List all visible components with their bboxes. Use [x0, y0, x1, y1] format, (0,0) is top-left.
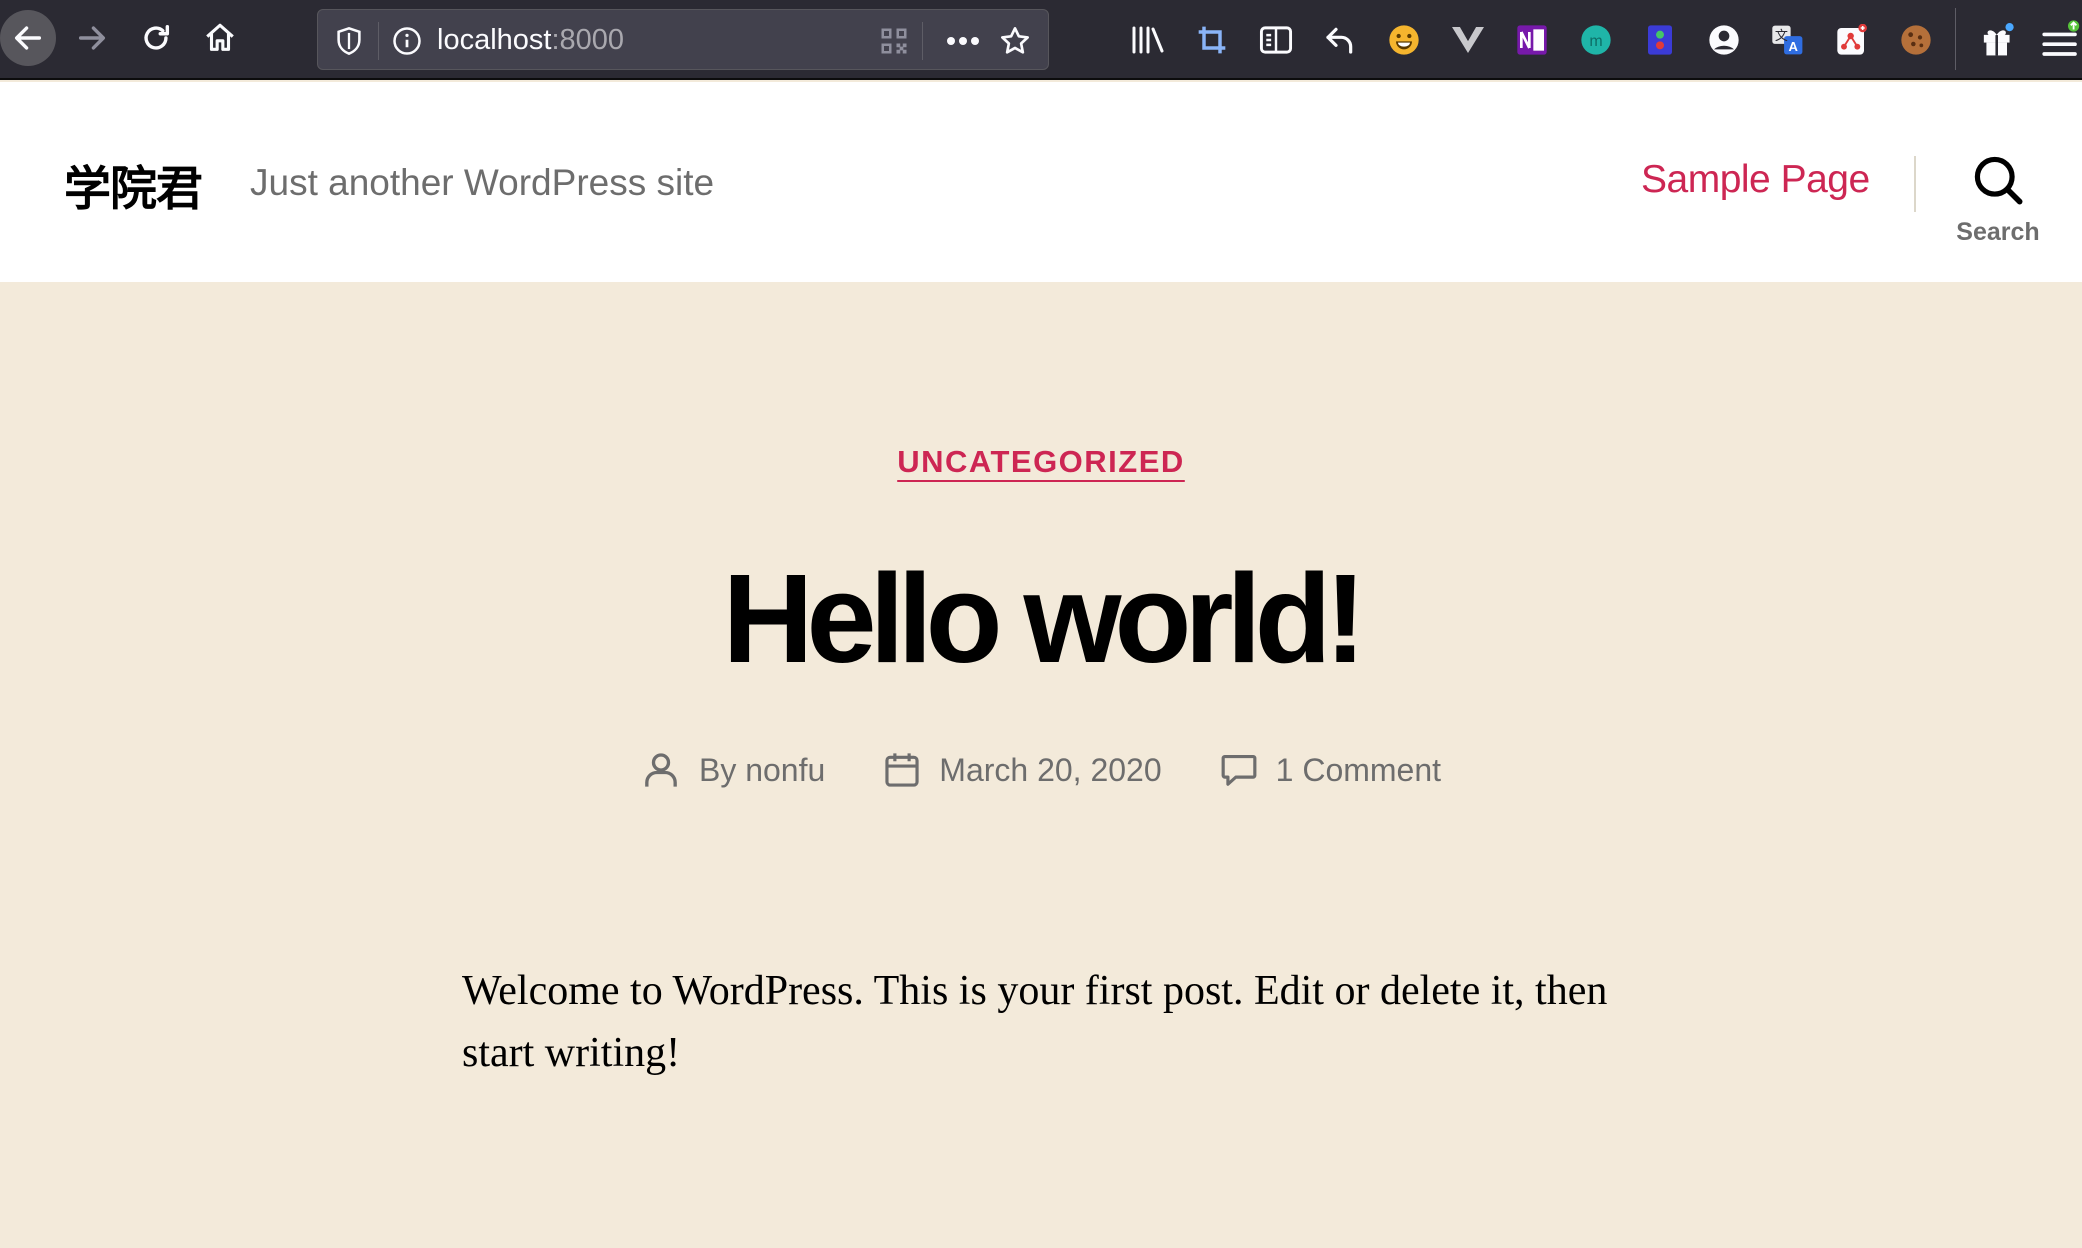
account-icon[interactable]	[1702, 18, 1746, 62]
comment-icon	[1221, 754, 1257, 786]
back-button[interactable]	[0, 10, 56, 66]
vue-devtools-icon[interactable]	[1446, 18, 1490, 62]
url-bar-divider	[378, 22, 379, 60]
date-link[interactable]: March 20, 2020	[939, 752, 1161, 789]
browser-toolbar: localhost:8000 m 文A	[0, 0, 2082, 80]
reader-view-icon[interactable]	[1254, 18, 1298, 62]
post-author: By nonfu	[641, 750, 825, 790]
url-bar-divider	[922, 22, 923, 60]
post-category: UNCATEGORIZED	[0, 444, 2082, 480]
onenote-icon[interactable]	[1510, 18, 1554, 62]
search-icon	[1974, 156, 2023, 205]
post-meta: By nonfu March 20, 2020 1 Comment	[0, 750, 2082, 790]
post-comments: 1 Comment	[1220, 751, 1441, 789]
svg-text:文: 文	[1775, 29, 1788, 44]
library-icon[interactable]	[1126, 18, 1170, 62]
site-info-icon[interactable]	[384, 10, 430, 71]
header-divider	[1914, 156, 1916, 212]
translate-icon[interactable]: 文A	[1766, 18, 1810, 62]
undo-icon[interactable]	[1318, 18, 1362, 62]
search-toggle-button[interactable]: Search	[1950, 154, 2046, 264]
bookmark-star-icon[interactable]	[992, 10, 1038, 71]
url-text[interactable]: localhost:8000	[437, 10, 624, 71]
more-actions-icon[interactable]	[940, 10, 986, 71]
category-link[interactable]: UNCATEGORIZED	[897, 444, 1185, 479]
color-picker-icon[interactable]	[1638, 18, 1682, 62]
post-paragraph: Welcome to WordPress. This is your first…	[462, 968, 1608, 1076]
reload-button[interactable]	[128, 10, 184, 66]
forward-button[interactable]	[64, 10, 120, 66]
post-date: March 20, 2020	[883, 751, 1162, 789]
meta-extension-icon[interactable]: m	[1574, 18, 1618, 62]
site-description: Just another WordPress site	[250, 162, 715, 203]
author-prefix: By	[698, 751, 737, 788]
gift-icon[interactable]	[1976, 18, 2020, 62]
forward-arrow-icon	[78, 26, 106, 50]
qr-code-icon[interactable]	[874, 10, 914, 71]
reload-icon	[144, 24, 170, 50]
mind-map-icon[interactable]	[1830, 18, 1874, 62]
site-header: 学院君 Just another WordPress site Sample P…	[0, 82, 2082, 282]
site-title[interactable]: 学院君	[64, 150, 203, 219]
nav-link-sample-page[interactable]: Sample Page	[1641, 158, 1870, 202]
crop-icon[interactable]	[1190, 18, 1234, 62]
author-link[interactable]: nonfu	[745, 752, 825, 789]
toolbar-divider	[1955, 8, 1956, 70]
back-arrow-icon	[14, 26, 42, 50]
svg-text:A: A	[1789, 39, 1799, 54]
url-port: :8000	[551, 24, 625, 56]
home-icon	[206, 23, 234, 51]
home-button[interactable]	[192, 10, 248, 66]
post-title: Hello world!	[722, 548, 1367, 689]
svg-text:m: m	[1589, 33, 1602, 50]
url-bar[interactable]: localhost:8000	[317, 9, 1049, 70]
comments-link[interactable]: 1 Comment	[1276, 752, 1441, 789]
tracking-shield-icon[interactable]	[326, 10, 372, 71]
cookie-icon[interactable]	[1894, 18, 1938, 62]
user-icon	[645, 753, 677, 787]
emoji-icon[interactable]	[1382, 18, 1426, 62]
url-host: localhost	[437, 24, 552, 56]
menu-icon[interactable]	[2040, 18, 2082, 62]
search-label: Search	[1956, 218, 2040, 246]
post-content: Welcome to WordPress. This is your first…	[462, 960, 1622, 1084]
calendar-icon	[885, 753, 919, 787]
